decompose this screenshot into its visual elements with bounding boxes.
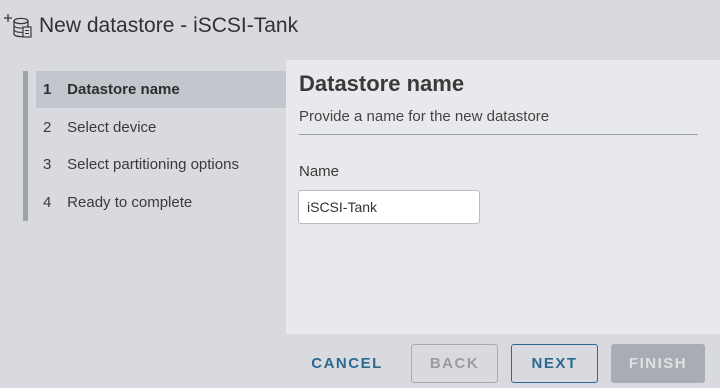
next-button[interactable]: NEXT bbox=[511, 344, 598, 383]
cancel-button[interactable]: CANCEL bbox=[299, 344, 395, 383]
step-label: Select device bbox=[67, 119, 157, 136]
step-number: 1 bbox=[43, 81, 52, 98]
new-datastore-icon bbox=[2, 12, 34, 40]
wizard-steps-list: 1 Datastore name 2 Select device 3 Selec… bbox=[23, 71, 291, 221]
wizard-step-ready-to-complete[interactable]: 4 Ready to complete bbox=[36, 184, 286, 221]
dialog-title: New datastore - iSCSI-Tank bbox=[39, 14, 299, 37]
page-subtitle: Provide a name for the new datastore bbox=[299, 108, 550, 125]
datastore-name-input[interactable] bbox=[298, 190, 480, 224]
step-label: Ready to complete bbox=[67, 194, 193, 211]
wizard-steps-sidebar: 1 Datastore name 2 Select device 3 Selec… bbox=[0, 60, 286, 334]
step-label: Datastore name bbox=[67, 81, 180, 98]
wizard-content-pane: Datastore name Provide a name for the ne… bbox=[286, 60, 720, 334]
finish-button[interactable]: FINISH bbox=[611, 344, 705, 383]
wizard-step-select-partitioning-options[interactable]: 3 Select partitioning options bbox=[36, 146, 286, 183]
step-label: Select partitioning options bbox=[67, 156, 239, 173]
wizard-step-datastore-name[interactable]: 1 Datastore name bbox=[36, 71, 286, 108]
wizard-step-select-device[interactable]: 2 Select device bbox=[36, 109, 286, 146]
step-number: 3 bbox=[43, 156, 52, 173]
dialog-header: New datastore - iSCSI-Tank bbox=[0, 0, 720, 55]
divider bbox=[299, 134, 698, 135]
new-datastore-dialog: New datastore - iSCSI-Tank 1 Datastore n… bbox=[0, 0, 720, 388]
back-button[interactable]: BACK bbox=[411, 344, 498, 383]
name-field-label: Name bbox=[299, 163, 340, 180]
step-number: 2 bbox=[43, 119, 52, 136]
dialog-footer: CANCEL BACK NEXT FINISH bbox=[0, 334, 720, 388]
page-title: Datastore name bbox=[299, 71, 465, 96]
step-number: 4 bbox=[43, 194, 52, 211]
